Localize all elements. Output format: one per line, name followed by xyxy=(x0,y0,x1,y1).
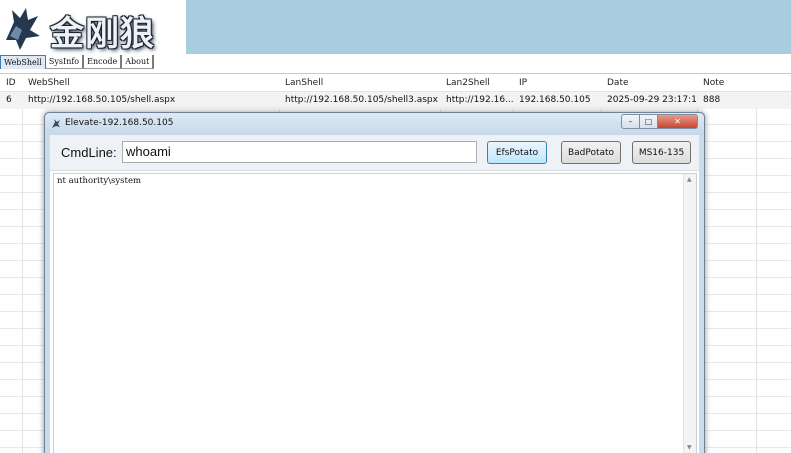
efspotato-button[interactable]: EfsPotato xyxy=(487,141,547,164)
cmdline-input[interactable]: whoami xyxy=(122,141,477,163)
column-header-date[interactable]: Date xyxy=(601,74,697,91)
badpotato-button[interactable]: BadPotato xyxy=(561,141,621,164)
cell-id: 6 xyxy=(6,95,12,105)
tab-sysinfo[interactable]: SysInfo xyxy=(45,55,85,69)
dialog-titlebar[interactable]: Elevate-192.168.50.105 – □ ✕ xyxy=(45,113,704,135)
cell-webshell: http://192.168.50.105/shell.aspx xyxy=(28,95,176,105)
close-button[interactable]: ✕ xyxy=(658,114,698,129)
command-toolbar: CmdLine: whoami EfsPotato BadPotato MS16… xyxy=(50,135,699,171)
cell-ip: 192.168.50.105 xyxy=(519,95,591,105)
output-textarea[interactable]: nt authority\system ▲ ▼ xyxy=(53,173,697,453)
elevate-dialog: Elevate-192.168.50.105 – □ ✕ CmdLine: wh… xyxy=(44,112,705,453)
app-icon xyxy=(52,119,60,128)
minimize-icon: – xyxy=(628,117,633,126)
table-header: ID WebShell LanShell Lan2Shell IP Date N… xyxy=(0,74,791,92)
cmdline-label: CmdLine: xyxy=(61,145,117,160)
table-row[interactable]: 6 http://192.168.50.105/shell.aspx http:… xyxy=(0,92,791,109)
close-icon: ✕ xyxy=(674,117,681,126)
column-header-lanshell[interactable]: LanShell xyxy=(279,74,440,91)
tab-encode[interactable]: Encode xyxy=(84,55,123,69)
scroll-up-icon[interactable]: ▲ xyxy=(687,176,692,183)
cell-lanshell: http://192.168.50.105/shell3.aspx xyxy=(285,95,438,105)
logo: 金刚狼 xyxy=(0,0,186,54)
column-header-ip[interactable]: IP xyxy=(513,74,601,91)
vertical-scrollbar[interactable]: ▲ ▼ xyxy=(683,174,696,453)
tab-about[interactable]: About xyxy=(122,55,155,69)
cell-note: 888 xyxy=(703,95,721,105)
output-text: nt authority\system xyxy=(57,176,142,186)
scroll-down-icon[interactable]: ▼ xyxy=(687,444,692,451)
maximize-icon: □ xyxy=(644,117,653,126)
logo-text: 金刚狼 xyxy=(50,14,155,54)
ms16-135-button[interactable]: MS16-135 xyxy=(632,141,691,164)
dialog-title: Elevate-192.168.50.105 xyxy=(65,118,174,128)
header-banner: 金刚狼 xyxy=(0,0,791,54)
column-header-lan2shell[interactable]: Lan2Shell xyxy=(440,74,513,91)
column-header-webshell[interactable]: WebShell xyxy=(22,74,279,91)
cell-date: 2025-09-29 23:17:19 xyxy=(607,95,697,105)
dialog-body: CmdLine: whoami EfsPotato BadPotato MS16… xyxy=(50,135,699,453)
column-header-id[interactable]: ID xyxy=(0,74,22,91)
cell-lan2shell: http://192.16... xyxy=(446,95,513,105)
column-header-note[interactable]: Note xyxy=(697,74,756,91)
tab-webshell[interactable]: WebShell xyxy=(0,55,46,69)
minimize-button[interactable]: – xyxy=(621,114,640,129)
menu-bar: WebShell SysInfo Encode About xyxy=(0,54,791,69)
maximize-button[interactable]: □ xyxy=(640,114,658,129)
window-controls: – □ ✕ xyxy=(621,114,698,129)
